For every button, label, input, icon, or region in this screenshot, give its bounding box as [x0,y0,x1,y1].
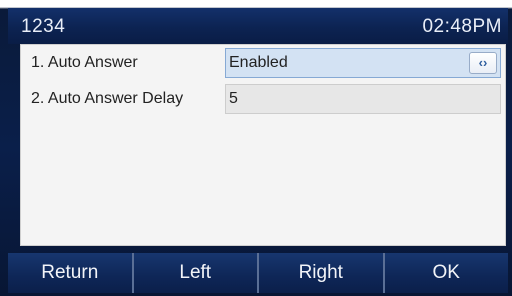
auto-answer-label: 1. Auto Answer [31,54,138,71]
auto-answer-value: Enabled [229,54,288,71]
auto-answer-delay-label: 2. Auto Answer Delay [31,90,184,107]
phone-screen: 1234 02:48PM 1. Auto Answer Enabled ‹› 2… [0,0,512,296]
right-softkey[interactable]: Right [259,253,385,293]
left-softkey[interactable]: Left [133,253,259,293]
setting-row-auto-answer[interactable]: 1. Auto Answer Enabled ‹› [21,48,505,80]
ok-softkey[interactable]: OK [384,253,508,293]
clock: 02:48PM [422,16,502,37]
setting-row-auto-answer-delay[interactable]: 2. Auto Answer Delay 5 [21,84,505,116]
left-right-arrows-icon[interactable]: ‹› [469,52,497,74]
auto-answer-delay-value: 5 [229,90,238,107]
status-bar: 1234 02:48PM [8,8,508,44]
account-label: 1234 [21,16,66,37]
softkey-bar: Return Left Right OK [8,253,508,293]
return-softkey[interactable]: Return [8,253,134,293]
auto-answer-select[interactable]: Enabled ‹› [225,48,501,78]
auto-answer-delay-input[interactable]: 5 [225,84,501,114]
settings-panel: 1. Auto Answer Enabled ‹› 2. Auto Answer… [20,44,506,246]
